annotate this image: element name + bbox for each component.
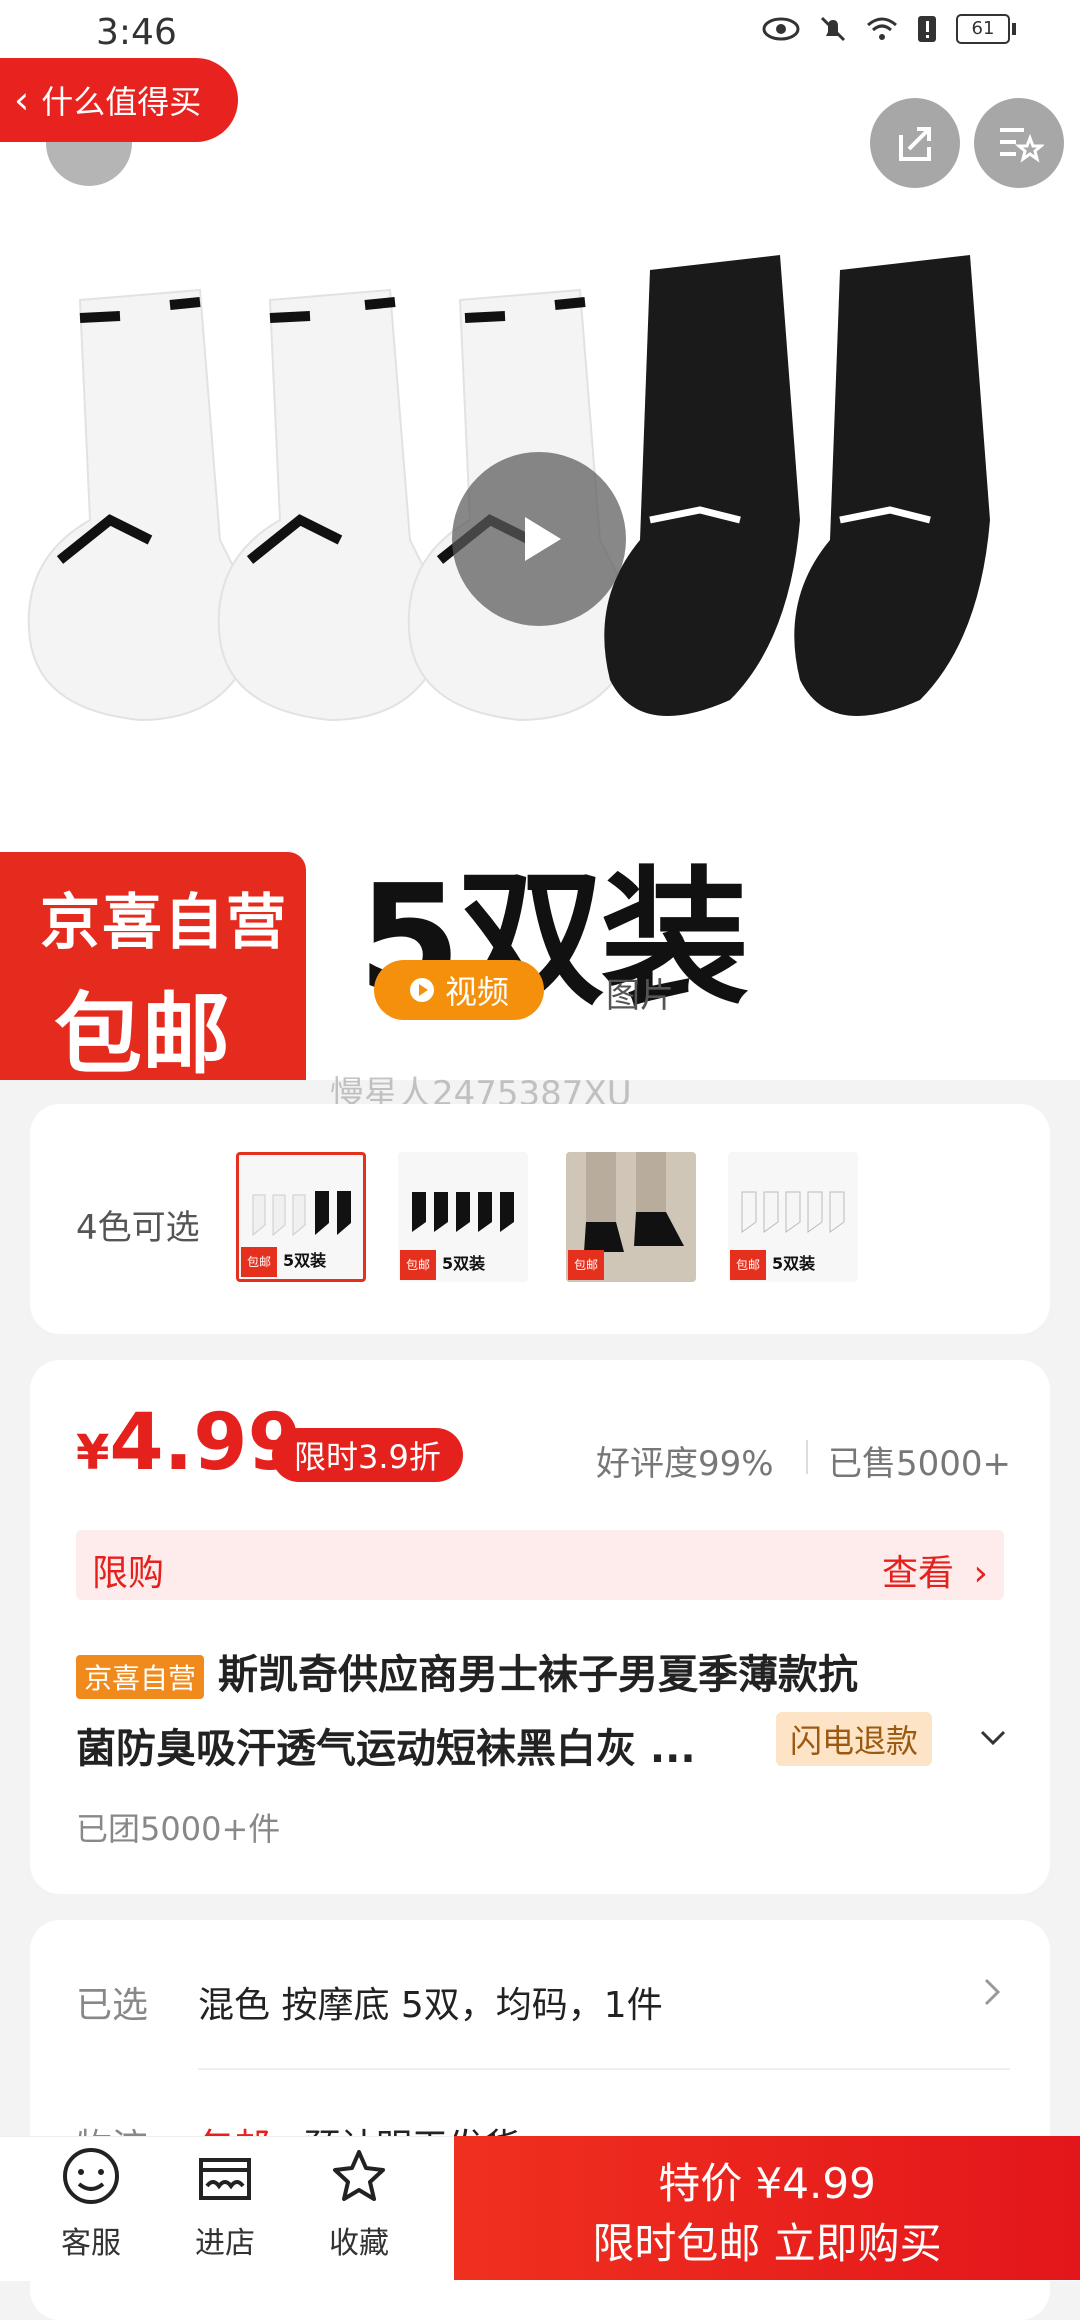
limit-view-link[interactable]: 查看 › [882, 1544, 988, 1596]
share-button[interactable] [870, 98, 960, 188]
limit-view-label: 查看 [882, 1553, 955, 1594]
badge-bottom-text: 包邮 [54, 983, 231, 1086]
flash-refund-tag: 闪电退款 [776, 1712, 933, 1766]
battery-icon: 61 [956, 14, 1016, 44]
buy-action-text: 限时包邮 立即购买 [592, 2219, 942, 2268]
favorite-tab[interactable]: 收藏 [304, 2146, 414, 2262]
back-app-label: 什么值得买 [41, 83, 202, 121]
thumb-tag: 包邮 [241, 1247, 277, 1277]
buy-price-text: 特价 ¥4.99 [658, 2159, 876, 2208]
store-icon [199, 2158, 251, 2200]
jingxi-badge: 京喜自营 包邮 [0, 852, 306, 1086]
thumb-tag: 包邮 [730, 1250, 766, 1280]
customer-service-tab[interactable]: 客服 [36, 2146, 146, 2262]
selected-label: 已选 [76, 1985, 149, 2026]
thumb-tag: 包邮 [568, 1250, 604, 1280]
menu-star-icon [1000, 128, 1044, 163]
discount-badge: 限时3.9折 [272, 1428, 463, 1482]
chevron-right-icon: › [973, 1553, 988, 1594]
video-tab-label: 视频 [444, 973, 509, 1011]
eye-icon [762, 17, 800, 41]
limit-label: 限购 [92, 1553, 165, 1594]
back-to-app-button[interactable]: ‹ 什么值得买 [0, 58, 238, 142]
status-time: 3:46 [96, 12, 177, 53]
badge-top-text: 京喜自营 [40, 888, 288, 958]
row-divider [198, 2068, 1010, 2070]
thumb-tag: 包邮 [400, 1250, 436, 1280]
color-thumb-1[interactable]: 包邮 5双装 [236, 1152, 366, 1282]
price: ¥4.99 [76, 1398, 302, 1488]
tab-label: 客服 [61, 2226, 121, 2261]
video-play-icon [409, 978, 434, 1002]
status-icons: 61 [762, 14, 1016, 44]
share-icon [899, 127, 931, 161]
store-tab[interactable]: 进店 [170, 2146, 280, 2262]
color-thumb-2[interactable]: 包邮 5双装 [398, 1152, 528, 1282]
divider [806, 1440, 808, 1474]
group-sold-count: 已团5000+件 [76, 1810, 281, 1848]
tab-label: 收藏 [329, 2226, 389, 2261]
product-title-line2: 菌防臭吸汗透气运动短袜黑白灰 ... [76, 1726, 696, 1772]
mute-bell-icon [820, 16, 846, 42]
video-tab[interactable]: 视频 [374, 960, 544, 1020]
price-value: 4.99 [109, 1398, 302, 1488]
photo-tab[interactable]: 图片 [606, 968, 674, 1017]
color-count-label: 4色可选 [76, 1208, 200, 1248]
thumb-text: 5双装 [283, 1251, 327, 1270]
color-thumb-4[interactable]: 包邮 5双装 [728, 1152, 858, 1282]
thumb-text: 5双装 [772, 1254, 816, 1273]
wifi-icon [867, 17, 897, 40]
limit-purchase-bar[interactable] [76, 1530, 1004, 1600]
thumb-text: 5双装 [442, 1254, 486, 1273]
play-video-button[interactable] [452, 452, 626, 626]
chevron-down-icon[interactable] [978, 1728, 1008, 1748]
price-currency: ¥ [76, 1425, 110, 1481]
rating-text[interactable]: 好评度99% [596, 1436, 774, 1485]
tab-label: 进店 [195, 2226, 255, 2261]
sold-count: 已售5000+ [828, 1444, 1012, 1484]
color-thumb-3[interactable]: 包邮 [566, 1152, 696, 1282]
menu-star-button[interactable] [974, 98, 1064, 188]
play-icon [525, 517, 561, 561]
customer-service-icon [63, 2148, 119, 2204]
title-text-1: 斯凯奇供应商男士袜子男夏季薄款抗 [217, 1652, 858, 1698]
jingxi-tag: 京喜自营 [76, 1655, 205, 1699]
alert-icon [918, 16, 936, 42]
chevron-right-icon [984, 1978, 1001, 2006]
product-title-line1: 京喜自营 斯凯奇供应商男士袜子男夏季薄款抗 [76, 1642, 858, 1700]
buy-now-button[interactable]: 特价 ¥4.99 限时包邮 立即购买 [454, 2136, 1080, 2280]
selected-value[interactable]: 混色 按摩底 5双，均码，1件 [198, 1976, 663, 2028]
chevron-left-icon: ‹ [14, 78, 30, 122]
star-icon [333, 2150, 385, 2201]
battery-level: 61 [956, 14, 1010, 44]
